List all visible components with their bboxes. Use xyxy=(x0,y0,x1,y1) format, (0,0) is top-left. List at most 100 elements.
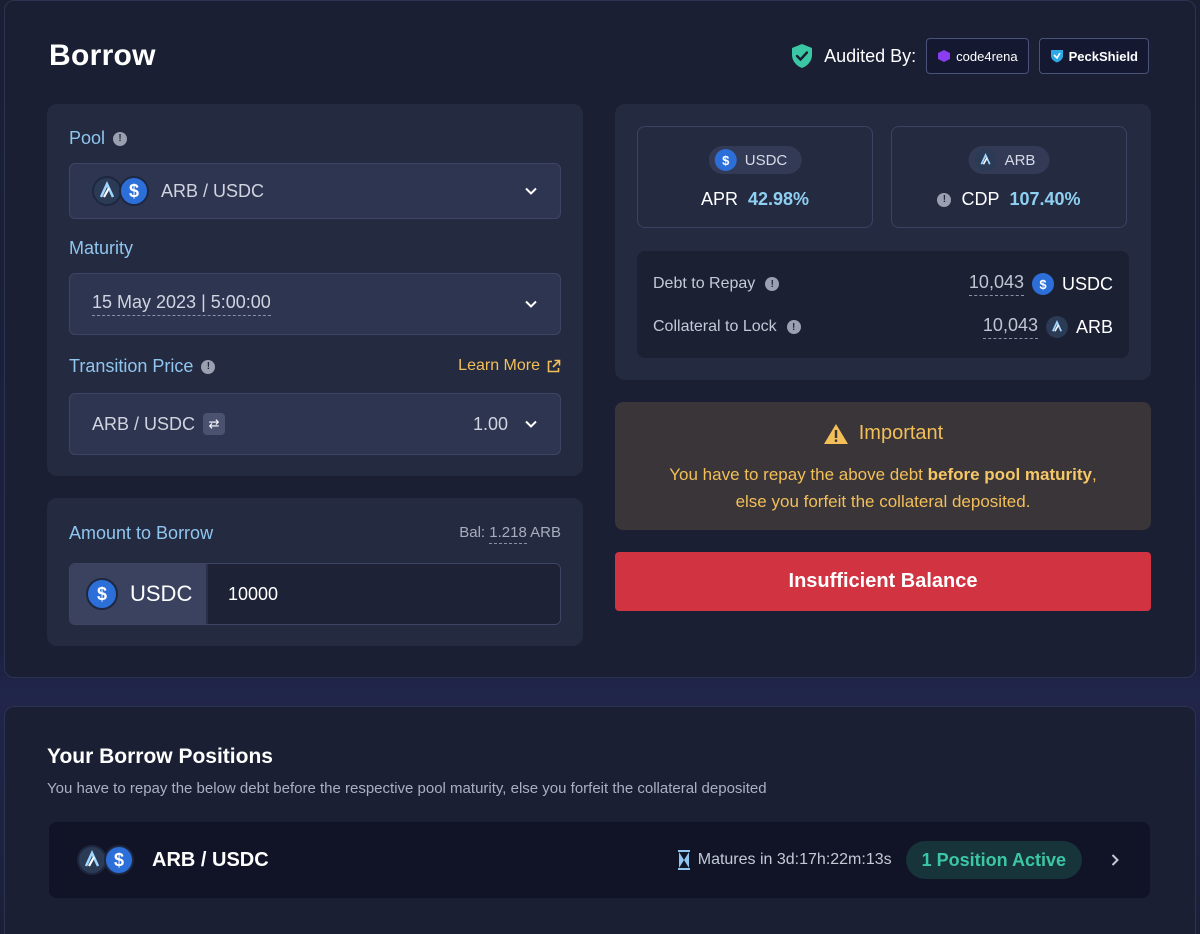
amount-panel: Amount to Borrow Bal: 1.218 ARB $ USDC xyxy=(47,498,583,646)
peckshield-label: PeckShield xyxy=(1068,48,1138,64)
learn-more-label: Learn More xyxy=(458,357,540,374)
usdc-chip: $ USDC xyxy=(708,146,802,174)
arb-token-icon xyxy=(974,149,997,171)
important-title-row: Important xyxy=(615,422,1151,445)
debt-to-repay-row: Debt to Repay ! 10,043 $ USDC xyxy=(653,269,1113,299)
matures-text: Matures in 3d:17h:22m:13s xyxy=(697,851,892,868)
info-icon[interactable]: ! xyxy=(201,359,216,374)
amount-to-borrow-label: Amount to Borrow xyxy=(69,523,214,543)
chevron-down-icon xyxy=(525,187,537,195)
position-token-pair: $ xyxy=(77,845,134,875)
pool-label-row: Pool ! xyxy=(69,128,128,149)
audited-by: Audited By: code4rena PeckShield xyxy=(790,37,1149,75)
important-title: Important xyxy=(858,422,944,444)
pool-label: Pool xyxy=(69,128,106,148)
pool-value: ARB / USDC xyxy=(161,180,265,201)
insufficient-balance-button[interactable]: Insufficient Balance xyxy=(615,552,1151,611)
code4rena-badge[interactable]: code4rena xyxy=(926,38,1029,74)
info-icon[interactable]: ! xyxy=(786,320,801,334)
stats-panel: $ USDC APR 42.98% ARB ! CDP 107.40% Debt… xyxy=(615,104,1151,380)
important-notice: Important You have to repay the above de… xyxy=(615,402,1151,530)
cdp-label: CDP xyxy=(961,189,1000,209)
chevron-right-icon[interactable] xyxy=(1108,853,1122,867)
maturity-select[interactable]: 15 May 2023 | 5:00:00 xyxy=(69,273,561,335)
debt-label-group: Debt to Repay ! xyxy=(653,275,780,293)
cdp-line: ! CDP 107.40% xyxy=(892,189,1126,210)
positions-subtitle: You have to repay the below debt before … xyxy=(47,780,767,797)
amount-input[interactable] xyxy=(208,564,560,624)
debt-token: USDC xyxy=(1061,273,1113,294)
debt-value-group: 10,043 $ USDC xyxy=(968,272,1113,296)
info-icon[interactable]: ! xyxy=(937,192,952,207)
position-pair: ARB / USDC xyxy=(152,848,269,871)
transition-price-select[interactable]: ARB / USDC ⇄ 1.00 xyxy=(69,393,561,455)
balance-prefix: Bal: xyxy=(459,524,486,541)
audited-label: Audited By: xyxy=(824,45,917,66)
collateral-row: Collateral to Lock ! 10,043 ARB xyxy=(653,312,1113,342)
usdc-token-icon: $ xyxy=(1031,273,1054,295)
matures-group: Matures in 3d:17h:22m:13s xyxy=(676,850,892,870)
info-icon[interactable]: ! xyxy=(113,131,128,146)
transition-value: 1.00 xyxy=(472,413,508,434)
position-status-badge: 1 Position Active xyxy=(905,841,1082,879)
apr-line: APR 42.98% xyxy=(638,189,872,210)
usdc-chip-label: USDC xyxy=(744,151,788,169)
arb-chip: ARB xyxy=(968,146,1050,174)
arb-token-icon xyxy=(1045,316,1068,338)
apr-value: 42.98% xyxy=(747,189,810,209)
important-text: You have to repay the above debt before … xyxy=(615,461,1151,515)
borrow-card: Borrow Audited By: code4rena PeckShield … xyxy=(4,0,1196,678)
maturity-value: 15 May 2023 | 5:00:00 xyxy=(92,292,271,316)
external-link-icon xyxy=(547,359,561,372)
borrow-form-panel: Pool ! $ ARB / USDC Maturity 15 May 2023… xyxy=(47,104,583,476)
info-icon[interactable]: ! xyxy=(765,277,780,291)
borrow-positions-card: Your Borrow Positions You have to repay … xyxy=(4,706,1196,934)
chevron-down-icon xyxy=(525,300,537,308)
usdc-token-icon: $ xyxy=(119,176,149,206)
important-text-bold: before pool maturity xyxy=(927,465,1092,484)
code4rena-logo-icon xyxy=(938,50,951,62)
balance: Bal: 1.218 ARB xyxy=(459,524,561,544)
learn-more-link[interactable]: Learn More xyxy=(458,357,561,375)
page-title: Borrow xyxy=(49,39,156,72)
positions-title: Your Borrow Positions xyxy=(47,745,273,768)
maturity-label: Maturity xyxy=(69,238,134,258)
chevron-down-icon xyxy=(525,420,537,428)
pool-select[interactable]: $ ARB / USDC xyxy=(69,163,561,219)
collateral-value-group: 10,043 ARB xyxy=(982,315,1113,339)
collateral-label: Collateral to Lock xyxy=(653,318,777,335)
amount-input-group: $ USDC xyxy=(69,563,561,625)
cdp-box: ARB ! CDP 107.40% xyxy=(891,126,1127,228)
warning-icon xyxy=(823,423,848,444)
arb-chip-label: ARB xyxy=(1004,151,1036,169)
transition-pair: ARB / USDC xyxy=(92,413,196,434)
hourglass-icon xyxy=(677,850,690,870)
peckshield-logo-icon xyxy=(1050,50,1063,63)
swap-icon[interactable]: ⇄ xyxy=(203,413,226,435)
position-meta: Matures in 3d:17h:22m:13s 1 Position Act… xyxy=(676,841,1122,879)
arb-token-icon xyxy=(77,845,107,875)
debt-summary: Debt to Repay ! 10,043 $ USDC Collateral… xyxy=(637,251,1129,358)
debt-value: 10,043 xyxy=(968,272,1024,296)
pool-token-pair: $ xyxy=(92,176,149,206)
balance-token: ARB xyxy=(530,524,561,541)
usdc-token-icon: $ xyxy=(86,578,118,610)
peckshield-badge[interactable]: PeckShield xyxy=(1038,38,1149,74)
amount-token-label: USDC xyxy=(130,581,193,606)
transition-label-row: Transition Price ! xyxy=(69,356,216,377)
debt-to-repay-label: Debt to Repay xyxy=(653,275,756,292)
usdc-token-icon: $ xyxy=(104,845,134,875)
usdc-token-icon: $ xyxy=(714,149,737,171)
maturity-label-row: Maturity xyxy=(69,238,133,259)
amount-token-selector[interactable]: $ USDC xyxy=(70,564,208,624)
collateral-token: ARB xyxy=(1075,316,1113,337)
cdp-value: 107.40% xyxy=(1009,189,1081,209)
important-text-line2: else you forfeit the collateral deposite… xyxy=(735,492,1031,511)
apr-box: $ USDC APR 42.98% xyxy=(637,126,873,228)
important-text-before: You have to repay the above debt xyxy=(669,465,928,484)
amount-label-row: Amount to Borrow xyxy=(69,523,213,544)
position-row[interactable]: $ ARB / USDC Matures in 3d:17h:22m:13s 1… xyxy=(49,822,1150,898)
collateral-label-group: Collateral to Lock ! xyxy=(653,318,801,336)
arb-token-icon xyxy=(92,176,122,206)
code4rena-label: code4rena xyxy=(956,48,1018,64)
